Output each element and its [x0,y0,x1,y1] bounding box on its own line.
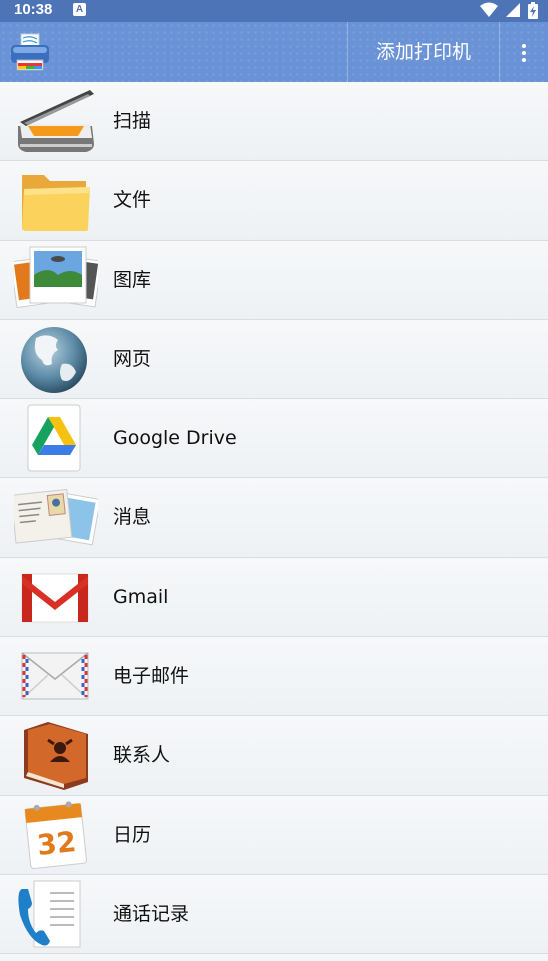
status-bar: 10:38 A [0,0,548,22]
call-log-icon [14,879,98,951]
calendar-date-text: 32 [35,825,77,862]
list-item-contacts[interactable]: 联系人 [0,716,548,796]
google-drive-icon [14,403,98,475]
list-item-label: 通话记录 [113,902,190,925]
list-item-calendar[interactable]: 32 日历 [0,795,548,875]
list-item-label: 文件 [113,189,152,212]
list-item-web[interactable]: 网页 [0,319,548,400]
globe-icon [14,324,98,396]
list-item-google-drive[interactable]: Google Drive [0,399,548,479]
status-time: 10:38 [14,1,53,18]
email-envelope-icon [14,641,98,713]
folder-icon [14,165,98,237]
list-item-email[interactable]: 电子邮件 [0,637,548,717]
add-printer-button[interactable]: 添加打印机 [347,22,500,82]
messages-icon [10,482,101,554]
list-item-files[interactable]: 文件 [0,161,548,241]
list-item-gmail[interactable]: Gmail [0,557,548,638]
list-item-label: Gmail [113,585,169,608]
list-item-label: 日历 [113,823,152,846]
contacts-book-icon [14,720,98,792]
list-item-label: Google Drive [113,427,237,450]
list-item-label: 电子邮件 [113,665,190,688]
list-item-gallery[interactable]: 图库 [0,240,548,320]
printer-logo-icon[interactable] [8,30,52,74]
list-item-messages[interactable]: 消息 [0,478,548,558]
app-bar: 添加打印机 [0,22,548,83]
notification-badge: A [73,3,86,16]
status-icons [478,2,538,20]
overflow-menu-icon[interactable] [500,22,548,82]
list-item-label: 消息 [113,506,152,529]
battery-charging-icon [528,2,538,19]
signal-icon [505,3,520,17]
list-item-label: 图库 [113,268,152,291]
gmail-icon [14,562,98,634]
scanner-icon [14,86,98,158]
list-item-scan[interactable]: 扫描 [0,82,548,162]
list-item-label: 网页 [113,347,152,370]
calendar-icon: 32 [14,800,98,872]
gallery-icon [10,245,103,317]
list-item-label: 联系人 [113,744,171,767]
source-list: 扫描 文件 图库 网页 Google Drive 消息 Gmail 电子邮件 联… [0,82,548,955]
wifi-icon [479,2,498,17]
list-item-call-log[interactable]: 通话记录 [0,874,548,955]
list-item-label: 扫描 [113,110,152,132]
